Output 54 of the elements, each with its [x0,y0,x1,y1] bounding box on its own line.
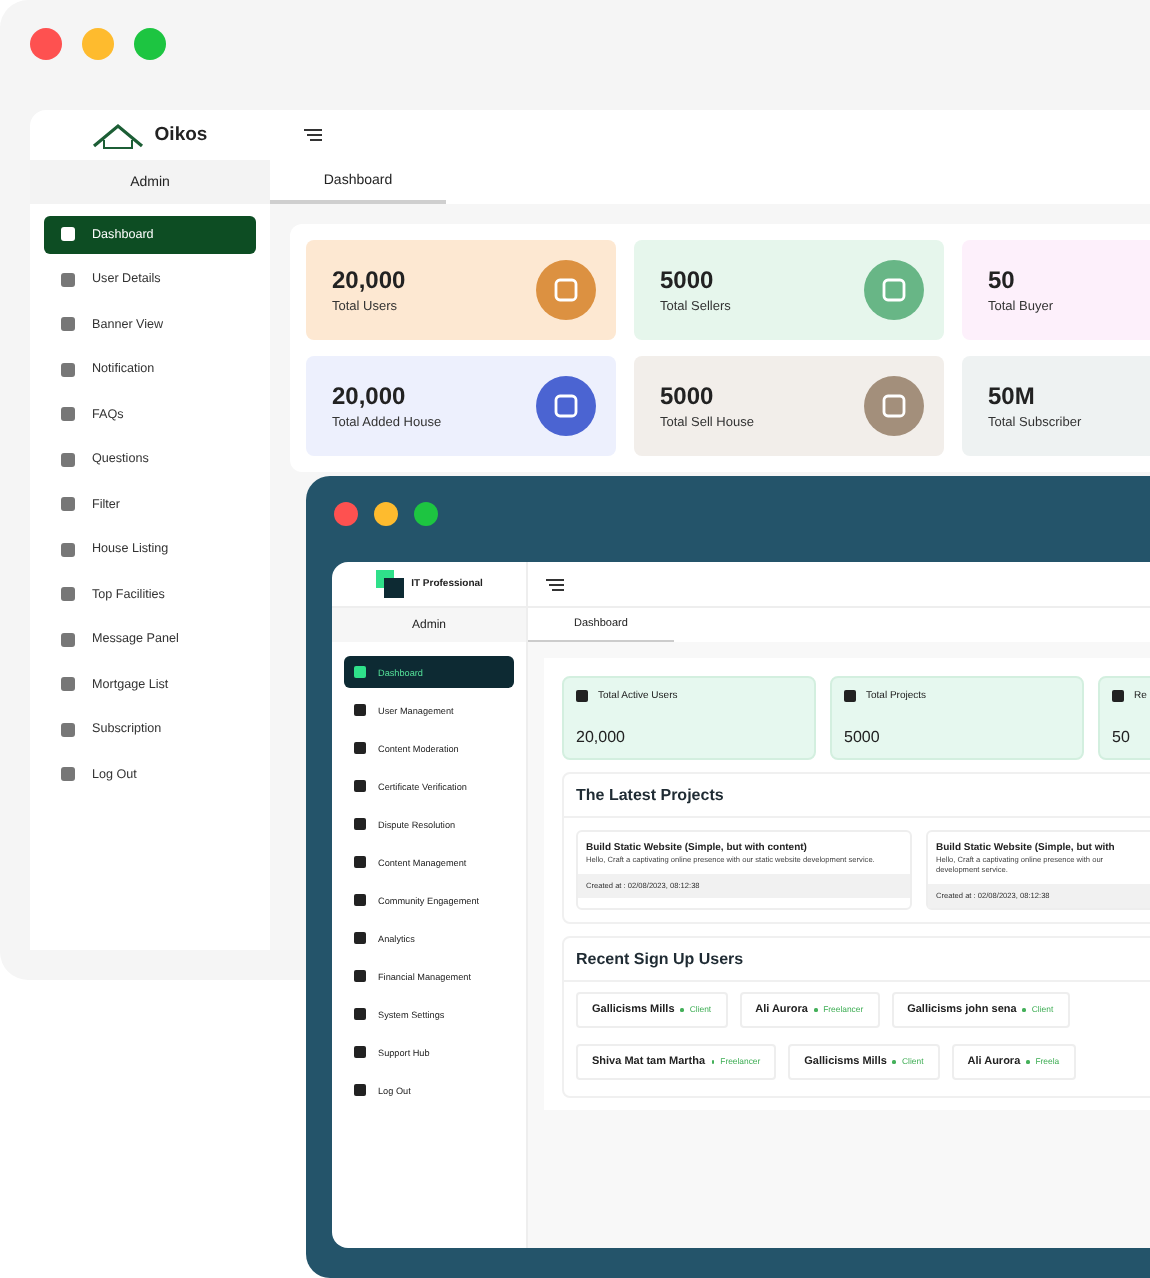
square-icon [60,406,76,423]
stat-value: 50M [988,382,1037,410]
square-icon [60,766,76,783]
square-icon [60,676,76,693]
window-control-dot[interactable] [30,28,62,60]
square-icon [60,316,76,333]
window-control-dot[interactable] [414,502,438,526]
square-icon [844,690,856,702]
window-control-dot[interactable] [334,502,358,526]
circle-icon [536,376,596,436]
square-icon [60,541,76,558]
window-control-dot[interactable] [134,28,166,60]
window-control-dot[interactable] [82,28,114,60]
square-icon [60,271,76,288]
square-icon [354,704,366,716]
stat-value: 20,000 [332,266,406,294]
square-icon [60,631,76,648]
square-icon [354,780,366,792]
section-title: The Latest Projects [564,774,1150,818]
square-icon [60,226,76,243]
menu-icon[interactable] [304,128,322,142]
square-icon [60,496,76,513]
stat-value: 50 [988,266,1017,294]
square-icon [354,1084,366,1096]
square-icon [354,1008,366,1020]
window-control-dot[interactable] [374,502,398,526]
square-icon [576,690,588,702]
square-icon [354,818,366,830]
square-icon [354,970,366,982]
house-logo-icon [92,121,145,149]
section-title: Recent Sign Up Users [564,937,1150,982]
stat-value: 20,000 [332,382,408,410]
stat-value: 50 [1112,728,1132,746]
square-icon [354,932,366,944]
brand-name: Oikos [154,124,208,146]
square-icon [354,856,366,868]
stat-value: 20,000 [576,728,627,746]
square-icon [60,721,76,738]
square-icon [354,742,366,754]
square-icon [354,894,366,906]
square-icon [60,361,76,378]
circle-icon [864,376,924,436]
square-icon [60,451,76,468]
square-icon [60,586,76,603]
stat-value: 5000 [660,382,716,410]
squares-logo-icon [375,570,404,598]
square-icon [354,1046,366,1058]
square-icon [354,666,366,678]
stat-value: 5000 [660,266,716,294]
circle-icon [536,260,596,320]
square-icon [1112,690,1124,702]
stat-value: 5000 [844,728,882,746]
menu-icon[interactable] [546,577,564,591]
circle-icon [864,260,924,320]
